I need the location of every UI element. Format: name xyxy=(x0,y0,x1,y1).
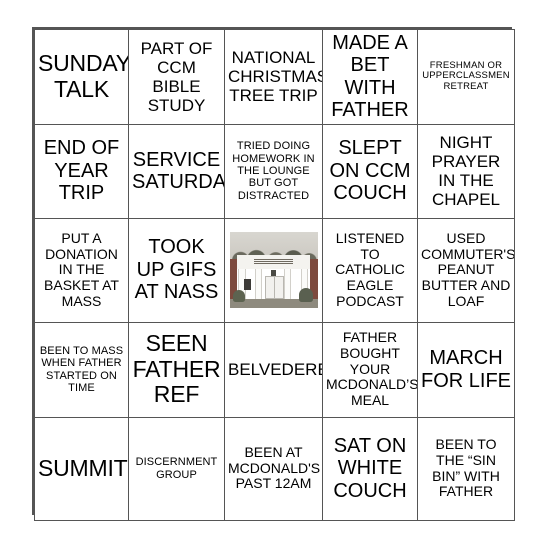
bingo-cell-4-4[interactable]: BEEN TO THE “SIN BIN” WITH FATHER xyxy=(417,416,515,521)
bingo-cell-label: PUT A DONATION IN THE BASKET AT MASS xyxy=(44,229,119,309)
bingo-cell-label: SUMMIT xyxy=(38,454,128,481)
bingo-cell-label: TOOK UP GIFS AT NASS xyxy=(134,236,219,304)
bingo-row: PUT A DONATION IN THE BASKET AT MASS TOO… xyxy=(34,217,515,323)
bingo-cell-0-2[interactable]: NATIONAL CHRISTMAS TREE TRIP xyxy=(224,29,323,125)
bingo-cell-label: MARCH FOR LIFE xyxy=(421,347,512,392)
bingo-cell-label: BELVEDERE xyxy=(228,360,323,380)
bingo-cell-0-3[interactable]: MADE A BET WITH FATHER xyxy=(322,29,418,125)
bingo-cell-3-4[interactable]: MARCH FOR LIFE xyxy=(417,321,515,418)
bingo-cell-label: TRIED DOING HOMEWORK IN THE LOUNGE BUT G… xyxy=(232,140,315,202)
bingo-cell-1-4[interactable]: NIGHT PRAYER IN THE CHAPEL xyxy=(417,123,515,219)
bingo-cell-label: DISCERNMENT GROUP xyxy=(135,456,218,481)
bingo-cell-2-3[interactable]: LISTENED TO CATHOLIC EAGLE PODCAST xyxy=(322,217,418,323)
photo-shrub xyxy=(299,288,314,302)
bingo-card: SUNDAY TALK PART OF CCM BIBLE STUDY NATI… xyxy=(32,27,515,521)
bingo-cell-3-1[interactable]: SEEN FATHER REF xyxy=(128,321,225,418)
bingo-row: END OF YEAR TRIP SERVICE SATURDAY TRIED … xyxy=(34,123,515,219)
bingo-cell-label: SAT ON WHITE COUCH xyxy=(333,434,407,502)
photo-double-doors xyxy=(264,276,285,300)
bingo-row: SUNDAY TALK PART OF CCM BIBLE STUDY NATI… xyxy=(34,29,515,125)
photo-window xyxy=(244,279,252,290)
bingo-cell-1-3[interactable]: SLEPT ON CCM COUCH xyxy=(322,123,418,219)
bingo-cell-1-0[interactable]: END OF YEAR TRIP xyxy=(34,123,129,219)
bingo-cell-label: MADE A BET WITH FATHER xyxy=(331,32,409,122)
bingo-cell-label: FRESHMAN OR UPPERCLASSMEN RETREAT xyxy=(422,59,510,93)
bingo-cell-4-3[interactable]: SAT ON WHITE COUCH xyxy=(322,416,418,521)
bingo-cell-label: BEEN TO THE “SIN BIN” WITH FATHER xyxy=(432,436,500,500)
bingo-cell-label: USED COMMUTER'S PEANUT BUTTER AND LOAF xyxy=(421,229,515,309)
bingo-cell-0-4[interactable]: FRESHMAN OR UPPERCLASSMEN RETREAT xyxy=(417,29,515,125)
photo-column xyxy=(284,268,292,299)
bingo-cell-1-1[interactable]: SERVICE SATURDAY xyxy=(128,123,225,219)
bingo-cell-4-2[interactable]: BEEN AT MCDONALD'S PAST 12AM xyxy=(224,416,323,521)
bingo-row: BEEN TO MASS WHEN FATHER STARTED ON TIME… xyxy=(34,321,515,418)
bingo-cell-0-1[interactable]: PART OF CCM BIBLE STUDY xyxy=(128,29,225,125)
bingo-cell-3-0[interactable]: BEEN TO MASS WHEN FATHER STARTED ON TIME xyxy=(34,321,129,418)
bingo-cell-2-4[interactable]: USED COMMUTER'S PEANUT BUTTER AND LOAF xyxy=(417,217,515,323)
bingo-cell-2-2[interactable] xyxy=(224,217,323,323)
church-building-photo xyxy=(229,232,318,309)
bingo-cell-label: LISTENED TO CATHOLIC EAGLE PODCAST xyxy=(335,229,405,309)
bingo-row: SUMMIT DISCERNMENT GROUP BEEN AT MCDONAL… xyxy=(34,416,515,521)
bingo-cell-4-0[interactable]: SUMMIT xyxy=(34,416,129,521)
bingo-cell-label: END OF YEAR TRIP xyxy=(43,137,120,205)
bingo-cell-label: PART OF CCM BIBLE STUDY xyxy=(140,38,213,115)
bingo-cell-label: SERVICE SATURDAY xyxy=(132,148,225,194)
bingo-cell-label: FATHER BOUGHT YOUR MCDONALD’S MEAL xyxy=(326,329,418,409)
bingo-cell-2-0[interactable]: PUT A DONATION IN THE BASKET AT MASS xyxy=(34,217,129,323)
bingo-cell-label: NATIONAL CHRISTMAS TREE TRIP xyxy=(228,48,323,106)
photo-building-sign xyxy=(254,258,293,264)
bingo-cell-label: SLEPT ON CCM COUCH xyxy=(329,137,411,205)
bingo-cell-3-3[interactable]: FATHER BOUGHT YOUR MCDONALD’S MEAL xyxy=(322,321,418,418)
bingo-cell-label: BEEN AT MCDONALD'S PAST 12AM xyxy=(228,444,321,492)
bingo-cell-label: BEEN TO MASS WHEN FATHER STARTED ON TIME xyxy=(39,344,124,394)
bingo-cell-label: SUNDAY TALK xyxy=(38,50,129,102)
bingo-cell-label: SEEN FATHER REF xyxy=(132,329,221,408)
bingo-cell-1-2[interactable]: TRIED DOING HOMEWORK IN THE LOUNGE BUT G… xyxy=(224,123,323,219)
bingo-cell-label: NIGHT PRAYER IN THE CHAPEL xyxy=(431,133,501,210)
bingo-cell-2-1[interactable]: TOOK UP GIFS AT NASS xyxy=(128,217,225,323)
bingo-grid-body: SUNDAY TALK PART OF CCM BIBLE STUDY NATI… xyxy=(34,29,515,521)
bingo-grid: SUNDAY TALK PART OF CCM BIBLE STUDY NATI… xyxy=(34,29,515,521)
bingo-cell-0-0[interactable]: SUNDAY TALK xyxy=(34,29,129,125)
bingo-cell-3-2[interactable]: BELVEDERE xyxy=(224,321,323,418)
photo-column xyxy=(255,268,263,299)
bingo-cell-4-1[interactable]: DISCERNMENT GROUP xyxy=(128,416,225,521)
photo-shrub xyxy=(233,289,246,302)
